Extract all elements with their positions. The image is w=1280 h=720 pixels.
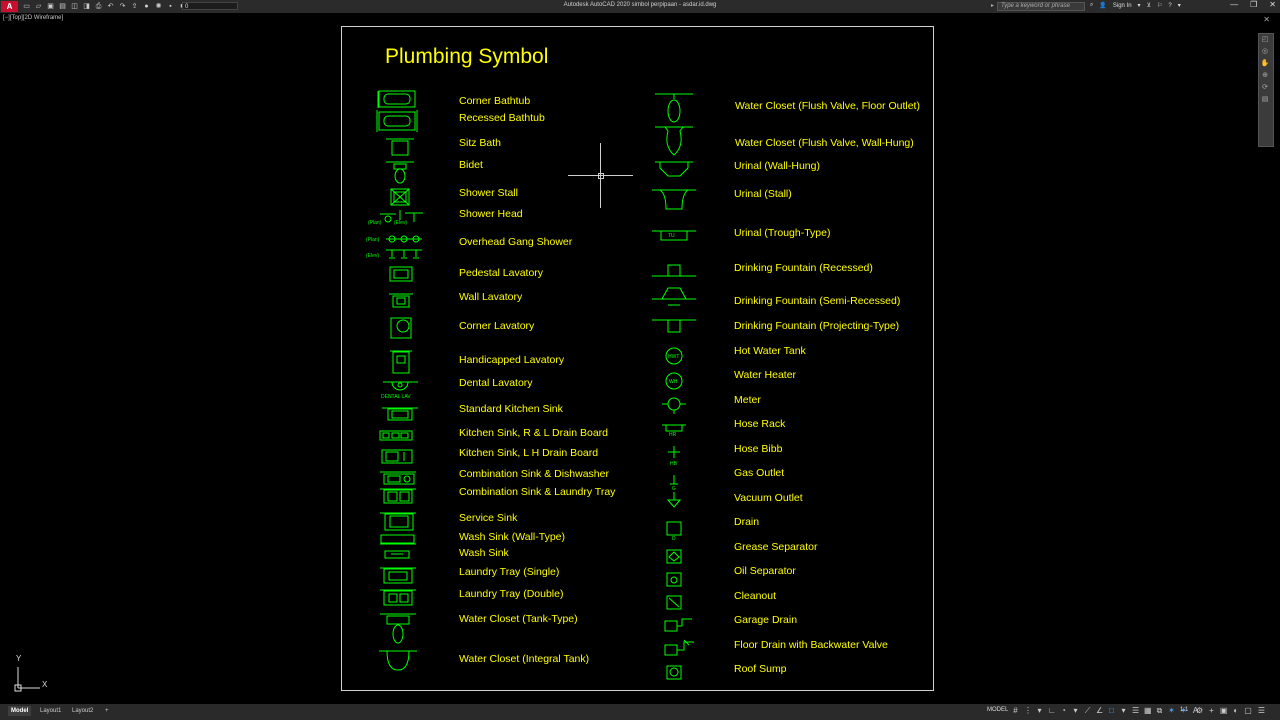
garage-drain-symbol bbox=[664, 618, 692, 632]
isodraft-icon[interactable]: ⟋ bbox=[1084, 706, 1091, 716]
ucs-x-label: X bbox=[42, 680, 48, 689]
meter-symbol bbox=[662, 397, 686, 414]
tab-model[interactable]: Model bbox=[8, 706, 32, 716]
status-bar: Model Layout1 Layout2 + MODEL # ⋮ ▾ ∟ ◔ … bbox=[0, 704, 1280, 720]
elev-tag-1: (Elev) bbox=[394, 220, 407, 226]
vacuum-outlet-symbol bbox=[666, 492, 682, 508]
wc-flush-wall-symbol bbox=[655, 126, 693, 156]
customize-icon[interactable]: ☰ bbox=[1258, 706, 1265, 715]
water-closet-integral-symbol bbox=[379, 650, 417, 671]
pedestal-lavatory-symbol bbox=[389, 266, 413, 282]
clean-screen-icon[interactable]: ▢ bbox=[1244, 706, 1252, 715]
plus-icon[interactable]: + bbox=[1209, 706, 1214, 715]
plan-tag-1: (Plan) bbox=[368, 220, 382, 226]
handicapped-lavatory-symbol bbox=[390, 350, 412, 374]
elev-tag-2: (Elev) bbox=[366, 253, 379, 259]
crosshair-pickbox bbox=[598, 173, 604, 179]
model-space-indicator[interactable]: MODEL bbox=[987, 707, 1008, 713]
grease-separator-symbol bbox=[666, 549, 682, 564]
gear-icon[interactable]: ⚙ bbox=[1196, 706, 1203, 715]
hose-rack-symbol bbox=[662, 424, 686, 432]
g-tag: G bbox=[672, 486, 676, 492]
chevron-down-icon[interactable]: ▾ bbox=[1120, 706, 1127, 716]
oil-separator-symbol bbox=[666, 572, 682, 587]
sitz-bath-symbol bbox=[386, 138, 414, 156]
roof-sump-symbol bbox=[666, 665, 682, 680]
annotation-scale-value[interactable]: 1:1 bbox=[1180, 707, 1188, 713]
autocad-window: A ▭ ▱ ▣ ▤ ◫ ◨ ⎙ ↶ ↷ ⇪ ● ✺ ▪ ■ 0 Autodesk… bbox=[0, 0, 1280, 720]
annotation-visibility-icon[interactable]: ✶ bbox=[1168, 706, 1175, 716]
hardware-accel-icon[interactable]: ▣ bbox=[1220, 706, 1228, 715]
selection-cycling-icon[interactable]: ⧉ bbox=[1156, 706, 1163, 716]
grid-icon[interactable]: # bbox=[1012, 706, 1019, 716]
hose-bibb-symbol bbox=[668, 446, 680, 458]
overhead-gang-shower-symbol bbox=[386, 235, 422, 259]
drinking-fountain-semi-symbol bbox=[652, 287, 696, 306]
chevron-down-icon[interactable]: ▾ bbox=[1036, 706, 1043, 716]
corner-lavatory-symbol bbox=[390, 317, 412, 339]
dental-lav-tag: DENTAL LAV bbox=[381, 394, 411, 400]
drain-symbol bbox=[666, 521, 682, 536]
kitchen-sink-lh-symbol bbox=[381, 449, 413, 464]
lineweight-icon[interactable]: ☰ bbox=[1132, 706, 1139, 716]
gas-outlet-symbol bbox=[670, 475, 678, 485]
d-tag: D bbox=[672, 536, 676, 542]
water-closet-tank-symbol bbox=[380, 613, 416, 644]
wc-flush-floor-symbol bbox=[655, 93, 693, 123]
ortho-icon[interactable]: ∟ bbox=[1048, 706, 1056, 716]
tab-layout1[interactable]: Layout1 bbox=[37, 706, 64, 716]
chevron-down-icon[interactable]: ▾ bbox=[1072, 706, 1079, 716]
urinal-wall-symbol bbox=[655, 161, 693, 177]
drinking-fountain-projecting-symbol bbox=[652, 319, 696, 333]
floor-drain-backwater-symbol bbox=[664, 639, 694, 656]
plumbing-symbols: (Plan) (Elev) (Plan) (Elev) DENTAL LAV T… bbox=[366, 90, 696, 680]
tab-layout2[interactable]: Layout2 bbox=[69, 706, 96, 716]
polar-icon[interactable]: ◔ bbox=[1060, 706, 1067, 716]
status-right-tools: ⚙ + ▣ ◐ ▢ ☰ bbox=[1196, 706, 1265, 715]
hwt-tag: HWT bbox=[668, 354, 679, 360]
drinking-fountain-recessed-symbol bbox=[652, 264, 696, 277]
dental-lavatory-symbol bbox=[383, 381, 418, 391]
combination-sink-laundry-symbol bbox=[380, 488, 416, 504]
wall-lavatory-symbol bbox=[389, 293, 413, 308]
wash-sink-symbol bbox=[384, 550, 410, 559]
kitchen-sink-rl-symbol bbox=[379, 430, 413, 441]
snap-icon[interactable]: ⋮ bbox=[1024, 706, 1032, 716]
shower-stall-symbol bbox=[390, 188, 410, 206]
wh-tag: WH bbox=[669, 379, 678, 385]
plan-tag-2: (Plan) bbox=[366, 237, 380, 243]
standard-kitchen-sink-symbol bbox=[382, 407, 418, 421]
combination-sink-dishwasher-symbol bbox=[380, 471, 416, 485]
urinal-stall-symbol bbox=[652, 189, 696, 210]
laundry-tray-single-symbol bbox=[380, 567, 416, 584]
osnap-icon[interactable]: □ bbox=[1108, 706, 1115, 716]
add-layout-button[interactable]: + bbox=[102, 706, 112, 716]
ucs-y-label: Y bbox=[16, 654, 22, 663]
laundry-tray-double-symbol bbox=[380, 589, 416, 606]
status-toggles: # ⋮ ▾ ∟ ◔ ▾ ⟋ ∠ □ ▾ ☰ ▦ ⧉ ✶ ✶ A bbox=[1012, 706, 1199, 716]
tu-tag: TU bbox=[668, 233, 675, 239]
hb-tag: HB bbox=[670, 461, 678, 467]
transparency-icon[interactable]: ▦ bbox=[1144, 706, 1152, 716]
hr-tag: HR bbox=[669, 432, 677, 438]
isolate-icon[interactable]: ◐ bbox=[1233, 706, 1238, 715]
cleanout-symbol bbox=[666, 595, 682, 610]
osnap-tracking-icon[interactable]: ∠ bbox=[1096, 706, 1103, 716]
service-sink-symbol bbox=[380, 512, 416, 531]
recessed-bathtub-symbol bbox=[376, 110, 418, 132]
wash-sink-wall-symbol bbox=[380, 534, 416, 545]
corner-bathtub-symbol bbox=[377, 90, 416, 108]
bidet-symbol bbox=[386, 161, 414, 184]
